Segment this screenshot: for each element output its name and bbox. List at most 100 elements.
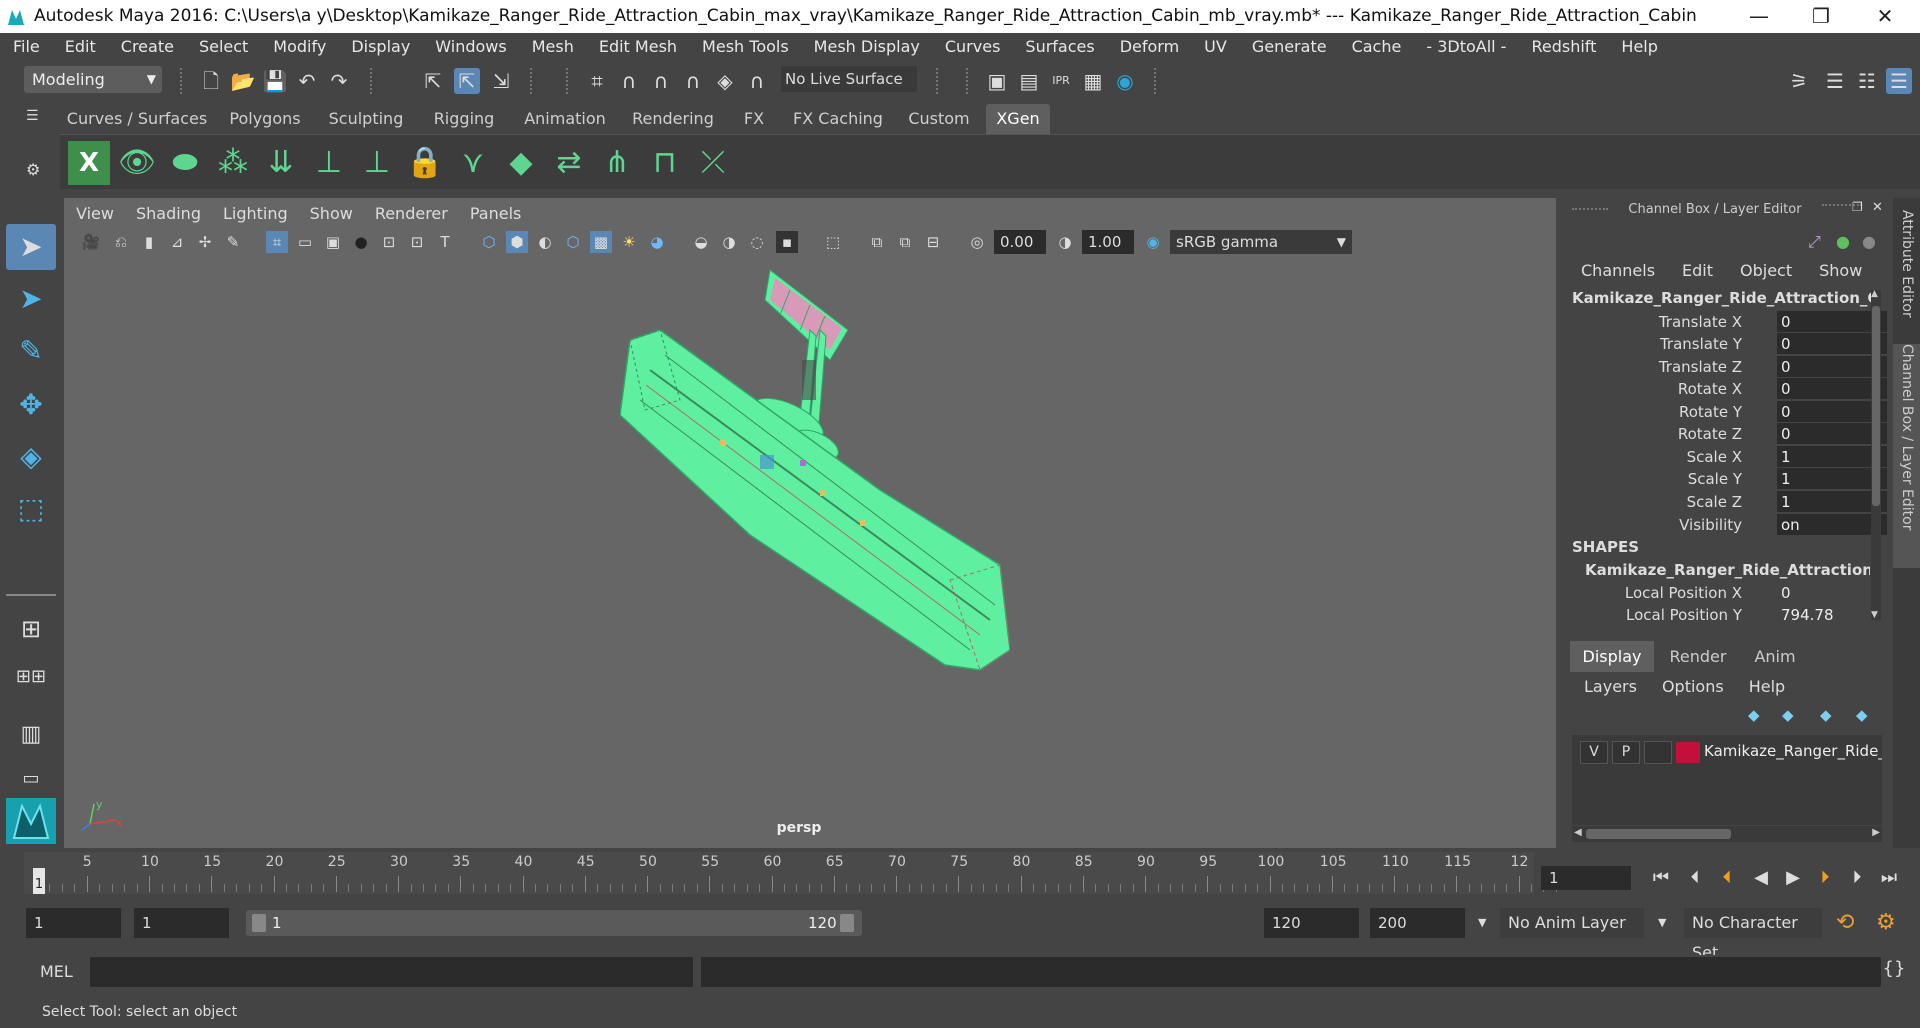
viewport-menu-show[interactable]: Show [298,201,363,227]
channel-local-position-y[interactable]: Local Position Y 794.78 [1565,604,1875,626]
lasso-tool-icon[interactable]: ➤ [6,276,56,322]
viewport-menu-shading[interactable]: Shading [124,201,211,227]
camera-attributes-icon[interactable]: ⎌ [110,231,132,253]
film-gate-icon[interactable]: ▭ [294,231,316,253]
snap-surface-icon[interactable]: ◈ [712,68,738,94]
xgen-sculpt-guide-icon[interactable]: ⊥ [356,141,398,185]
xray-joints-icon[interactable]: ⧉ [894,231,916,253]
xray-icon[interactable]: ⧉ [866,231,888,253]
manipulator-icon[interactable]: ⤢ [1808,232,1828,252]
select-hierarchy-icon[interactable]: ⇱ [420,68,446,94]
menu-help[interactable]: Help [1608,33,1669,61]
layer-visibility-toggle[interactable]: V [1580,741,1608,764]
scroll-up-icon[interactable]: ▲ [1871,289,1878,299]
minimize-button[interactable]: — [1728,0,1790,33]
depth-of-field-icon[interactable]: ▪ [776,231,798,253]
step-back-frame-icon[interactable]: ⏴ [1682,866,1708,890]
end-frame-field[interactable]: 200 [1370,908,1465,938]
use-all-lights-icon[interactable]: ☀ [618,231,640,253]
ipr-render-icon[interactable]: IPR [1048,68,1074,94]
layer-tab-render[interactable]: Render [1658,641,1738,672]
safe-action-icon[interactable]: ⊡ [406,231,428,253]
xgen-editor-icon[interactable]: X [68,141,110,185]
wireframe-on-shaded-icon[interactable]: ⬡ [562,231,584,253]
xray-components-icon[interactable]: ⊟ [922,231,944,253]
hypershade-icon[interactable]: ◉ [1112,68,1138,94]
snap-grid-icon[interactable]: ⌗ [584,68,610,94]
menu-generate[interactable]: Generate [1239,33,1339,61]
step-forward-frame-icon[interactable]: ⏵ [1844,866,1870,890]
layer-playback-toggle[interactable]: P [1612,741,1640,764]
grease-pencil-icon[interactable]: ✎ [222,231,244,253]
channel-scale-z[interactable]: Scale Z1 [1565,491,1887,513]
color-management-icon[interactable]: ◉ [1142,231,1164,253]
menu-modify[interactable]: Modify [260,33,338,61]
tab-sculpting[interactable]: Sculpting [320,104,412,134]
menu-select[interactable]: Select [186,33,260,61]
menu-mesh[interactable]: Mesh [519,33,586,61]
xgen-guides-to-curves-icon[interactable]: ⊓ [644,141,686,185]
layer-scroll-thumb[interactable] [1586,829,1731,839]
safe-title-icon[interactable]: T [434,231,456,253]
chevron-down-icon[interactable]: ▼ [1478,908,1486,938]
model-wireframe[interactable] [620,260,1010,680]
layer-tab-anim[interactable]: Anim [1740,641,1810,672]
viewport-menu-lighting[interactable]: Lighting [211,201,298,227]
layout-shortcut-icon[interactable]: ▭ [6,756,56,802]
menu-mesh-tools[interactable]: Mesh Tools [689,33,801,61]
four-view-layout-icon[interactable]: ⊞⊞ [6,654,56,700]
menu-display[interactable]: Display [338,33,422,61]
shade-default-material-icon[interactable]: ◐ [534,231,556,253]
grid-icon[interactable]: ⌗ [266,231,288,253]
tab-fx[interactable]: FX [732,104,776,134]
menu-3dtoall[interactable]: - 3DtoAll - [1413,33,1518,61]
go-to-end-icon[interactable]: ⏭ [1876,866,1902,890]
gamma-icon[interactable]: ◑ [1054,231,1076,253]
range-end-handle[interactable] [840,914,854,932]
mel-command-input[interactable] [90,957,693,987]
exposure-field[interactable]: 0.00 [994,230,1046,254]
xgen-normalize-icon[interactable]: ⇄ [548,141,590,185]
layer-menu-layers[interactable]: Layers [1570,675,1648,699]
new-scene-icon[interactable]: 🗋 [198,68,224,94]
menu-edit-mesh[interactable]: Edit Mesh [586,33,689,61]
two-d-pan-icon[interactable]: ✢ [194,231,216,253]
channel-scale-x[interactable]: Scale X1 [1565,446,1887,468]
xgen-bend-guide-icon[interactable]: ⋎ [452,141,494,185]
outliner-layout-icon[interactable]: ▥ [6,712,56,758]
menu-deform[interactable]: Deform [1107,33,1191,61]
close-button[interactable]: ✕ [1854,0,1916,33]
xgen-lock-length-icon[interactable]: 🔒 [404,141,446,185]
menu-windows[interactable]: Windows [422,33,518,61]
script-editor-icon[interactable]: {} [1882,958,1906,986]
animation-preferences-icon[interactable]: ⚙ [1876,910,1896,935]
channel-local-position-x[interactable]: Local Position X0 [1565,582,1875,604]
textured-icon[interactable]: ▩ [590,231,612,253]
layer-color-swatch[interactable] [1676,742,1700,763]
channel-menu-channels[interactable]: Channels [1565,258,1666,284]
layer-display-type-toggle[interactable] [1644,741,1672,764]
field-chart-icon[interactable]: ⊡ [378,231,400,253]
xgen-rebuild-icon[interactable]: ⋔ [596,141,638,185]
wireframe-icon[interactable]: ⬡ [478,231,500,253]
step-forward-key-icon[interactable]: ⏵ [1812,866,1838,890]
shelf-menu-icon[interactable]: ☰ [26,108,42,126]
redo-icon[interactable]: ↷ [326,68,352,94]
menu-uv[interactable]: UV [1191,33,1239,61]
paint-select-tool-icon[interactable]: ✎ [6,328,56,374]
modeling-toolkit-icon[interactable]: ⚞ [1786,68,1812,94]
rotate-tool-icon[interactable]: ◈ [6,434,56,480]
viewport-menu-panels[interactable]: Panels [458,201,532,227]
move-layer-down-icon[interactable]: ◆ [1782,706,1794,724]
layer-name[interactable]: Kamikaze_Ranger_Ride_A [1704,742,1882,760]
new-layer-selected-icon[interactable]: ◆ [1856,706,1868,724]
live-surface-field[interactable]: No Live Surface [781,66,917,92]
channel-box-toggle-icon[interactable]: ☰ [1886,68,1912,94]
layer-horizontal-scrollbar[interactable]: ◀ ▶ [1572,826,1882,842]
mode-selector[interactable]: Modeling ▼ [24,66,162,93]
select-component-icon[interactable]: ⇲ [488,68,514,94]
selected-object-name[interactable]: Kamikaze_Ranger_Ride_Attraction_Ca... [1572,289,1872,307]
channel-rotate-y[interactable]: Rotate Y0 [1565,401,1887,423]
channel-menu-edit[interactable]: Edit [1666,258,1724,284]
menu-mesh-display[interactable]: Mesh Display [801,33,932,61]
